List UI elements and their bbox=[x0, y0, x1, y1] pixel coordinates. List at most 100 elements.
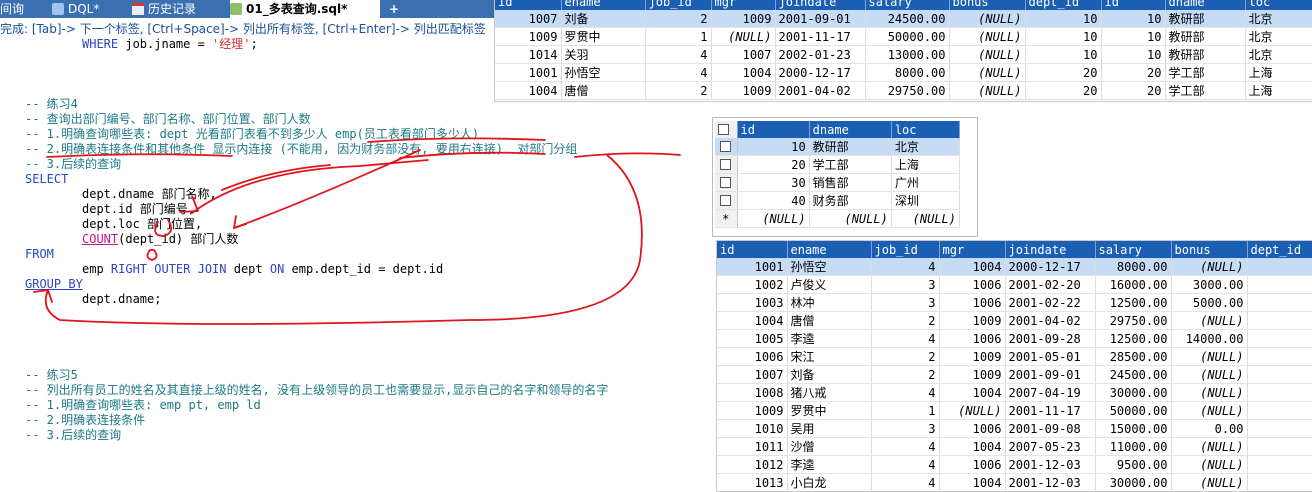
table-cell[interactable]: (NULL) bbox=[1171, 258, 1248, 276]
row-checkbox[interactable] bbox=[715, 138, 738, 156]
table-cell[interactable]: 20 bbox=[737, 155, 810, 174]
table-cell[interactable]: 3 bbox=[871, 419, 940, 438]
table-cell[interactable]: 24500.00 bbox=[865, 10, 950, 28]
table-cell[interactable]: 1009 bbox=[495, 27, 562, 46]
table-cell[interactable]: 2001-11-17 bbox=[775, 27, 866, 46]
table-cell[interactable]: 1004 bbox=[939, 258, 1006, 276]
column-header-job-id[interactable]: job_id bbox=[871, 241, 940, 258]
table-cell[interactable]: 20 bbox=[1025, 63, 1102, 82]
column-header-dname[interactable]: dname bbox=[1165, 0, 1246, 10]
table-cell[interactable]: 2001-05-01 bbox=[1005, 347, 1096, 366]
table-row[interactable]: 1005李逵410062001-09-2812500.0014000.003 bbox=[717, 329, 1312, 348]
table-cell[interactable]: 9500.00 bbox=[1095, 455, 1172, 474]
table-cell[interactable]: 1011 bbox=[717, 437, 788, 456]
table-cell[interactable]: (NULL) bbox=[939, 401, 1006, 420]
table-cell[interactable]: 2 bbox=[1247, 473, 1312, 491]
table-cell[interactable]: 小白龙 bbox=[787, 473, 872, 491]
table-cell[interactable]: 1009 bbox=[939, 365, 1006, 384]
table-cell[interactable]: 罗贯中 bbox=[787, 401, 872, 420]
table-row[interactable]: 1014 关羽 4 1007 2002-01-23 13000.00 (NULL) 10 10 教… bbox=[495, 45, 1312, 64]
table-cell[interactable]: 1008 bbox=[717, 383, 788, 402]
table-cell[interactable]: 宋江 bbox=[787, 347, 872, 366]
table-cell[interactable]: 北京 bbox=[1245, 10, 1312, 28]
table-row[interactable]: 40 财务部 深圳 bbox=[715, 191, 961, 210]
table-cell[interactable]: 10 bbox=[1101, 10, 1166, 28]
table-cell[interactable]: 1004 bbox=[939, 383, 1006, 402]
table-cell[interactable]: 2001-11-17 bbox=[1005, 401, 1096, 420]
table-cell[interactable]: 林冲 bbox=[787, 293, 872, 312]
table-cell[interactable]: 学工部 bbox=[809, 155, 892, 174]
table-cell[interactable]: (NULL) bbox=[891, 209, 961, 228]
table-cell[interactable]: 3 bbox=[1247, 329, 1312, 348]
column-header-job-id[interactable]: job_id bbox=[645, 0, 712, 10]
column-header-dept-id[interactable]: dept_id bbox=[1247, 241, 1312, 258]
result-grid-dept[interactable]: id dname loc 10 教研部 北京 20 学工部 上海 30 销售部 广州 40 财务部 深圳 *… bbox=[712, 117, 978, 237]
tab-query[interactable]: 间询 bbox=[0, 0, 40, 18]
table-cell[interactable]: 2 bbox=[1247, 311, 1312, 330]
table-cell[interactable]: 教研部 bbox=[809, 138, 892, 156]
table-cell[interactable]: 10 bbox=[1025, 27, 1102, 46]
table-row[interactable]: 1004 唐僧 2 1009 2001-04-02 29750.00 (NULL) 20 20 学… bbox=[495, 81, 1312, 100]
column-header-joindate[interactable]: joindate bbox=[1005, 241, 1096, 258]
table-cell[interactable]: 11000.00 bbox=[1095, 437, 1172, 456]
select-all-checkbox[interactable] bbox=[715, 121, 738, 138]
table-cell[interactable]: 2000-12-17 bbox=[775, 63, 866, 82]
sql-editor[interactable]: WHERE job.jname = '经理'; -- 练习4 -- 查询出部门编… bbox=[0, 36, 700, 490]
table-cell[interactable]: 上海 bbox=[1245, 63, 1312, 82]
tab-dql[interactable]: DQL* bbox=[52, 0, 132, 18]
table-cell[interactable]: 50000.00 bbox=[865, 27, 950, 46]
table-cell[interactable]: 2001-09-28 bbox=[1005, 329, 1096, 348]
table-row[interactable]: 1002卢俊义310062001-02-2016000.003000.003 bbox=[717, 275, 1312, 294]
table-cell[interactable]: 1009 bbox=[717, 401, 788, 420]
table-cell[interactable]: 28500.00 bbox=[1095, 347, 1172, 366]
table-cell[interactable]: 2 bbox=[1247, 258, 1312, 276]
table-cell[interactable]: 1006 bbox=[939, 293, 1006, 312]
table-cell[interactable]: 孙悟空 bbox=[561, 63, 646, 82]
table-cell[interactable]: 4 bbox=[645, 63, 712, 82]
table-cell[interactable]: 1007 bbox=[717, 365, 788, 384]
table-cell[interactable]: 孙悟空 bbox=[787, 258, 872, 276]
table-cell[interactable]: (NULL) bbox=[1171, 437, 1248, 456]
table-cell[interactable]: 2001-09-08 bbox=[1005, 419, 1096, 438]
table-cell[interactable]: 30000.00 bbox=[1095, 473, 1172, 491]
table-cell[interactable]: 16000.00 bbox=[1095, 275, 1172, 294]
table-cell[interactable]: 13000.00 bbox=[865, 45, 950, 64]
table-cell[interactable]: 10 bbox=[1101, 27, 1166, 46]
table-cell[interactable]: 教研部 bbox=[1165, 27, 1246, 46]
table-cell[interactable]: 10 bbox=[1025, 45, 1102, 64]
table-cell[interactable]: 唐僧 bbox=[561, 81, 646, 100]
table-cell[interactable]: 2001-12-03 bbox=[1005, 473, 1096, 491]
table-cell[interactable]: 2001-04-02 bbox=[775, 81, 866, 100]
table-cell[interactable]: 1005 bbox=[717, 329, 788, 348]
table-cell[interactable]: 3 bbox=[871, 275, 940, 294]
table-cell[interactable]: 1004 bbox=[717, 311, 788, 330]
table-cell[interactable]: 14000.00 bbox=[1171, 329, 1248, 348]
table-cell[interactable]: 北京 bbox=[1245, 45, 1312, 64]
table-cell[interactable]: 吴用 bbox=[787, 419, 872, 438]
table-cell[interactable]: 刘备 bbox=[787, 365, 872, 384]
table-cell[interactable]: 0.00 bbox=[1171, 419, 1248, 438]
new-row-marker[interactable]: * bbox=[715, 209, 738, 228]
table-cell[interactable]: 1006 bbox=[717, 347, 788, 366]
table-cell[interactable]: 教研部 bbox=[1165, 10, 1246, 28]
column-header-loc[interactable]: loc bbox=[1245, 0, 1312, 10]
table-cell[interactable]: 上海 bbox=[1245, 81, 1312, 100]
table-cell[interactable]: (NULL) bbox=[809, 209, 892, 228]
row-checkbox[interactable] bbox=[715, 155, 738, 174]
column-header-id[interactable]: id bbox=[737, 121, 810, 138]
column-header-mgr[interactable]: mgr bbox=[711, 0, 776, 10]
tab-history[interactable]: 历史记录 bbox=[132, 0, 228, 18]
table-cell[interactable]: 1004 bbox=[495, 81, 562, 100]
table-cell[interactable]: (NULL) bbox=[1171, 347, 1248, 366]
table-cell[interactable]: 李逵 bbox=[787, 329, 872, 348]
table-cell[interactable]: 学工部 bbox=[1165, 81, 1246, 100]
column-header-id[interactable]: id bbox=[495, 0, 562, 10]
table-cell[interactable]: 1009 bbox=[711, 81, 776, 100]
table-cell[interactable]: 2 bbox=[871, 347, 940, 366]
table-cell[interactable]: 3 bbox=[1247, 419, 1312, 438]
table-cell[interactable]: 上海 bbox=[891, 155, 961, 174]
table-cell[interactable]: 10 bbox=[737, 138, 810, 156]
table-cell[interactable]: 2 bbox=[645, 10, 712, 28]
row-checkbox[interactable] bbox=[715, 191, 738, 210]
table-cell[interactable]: 2001-09-01 bbox=[1005, 365, 1096, 384]
